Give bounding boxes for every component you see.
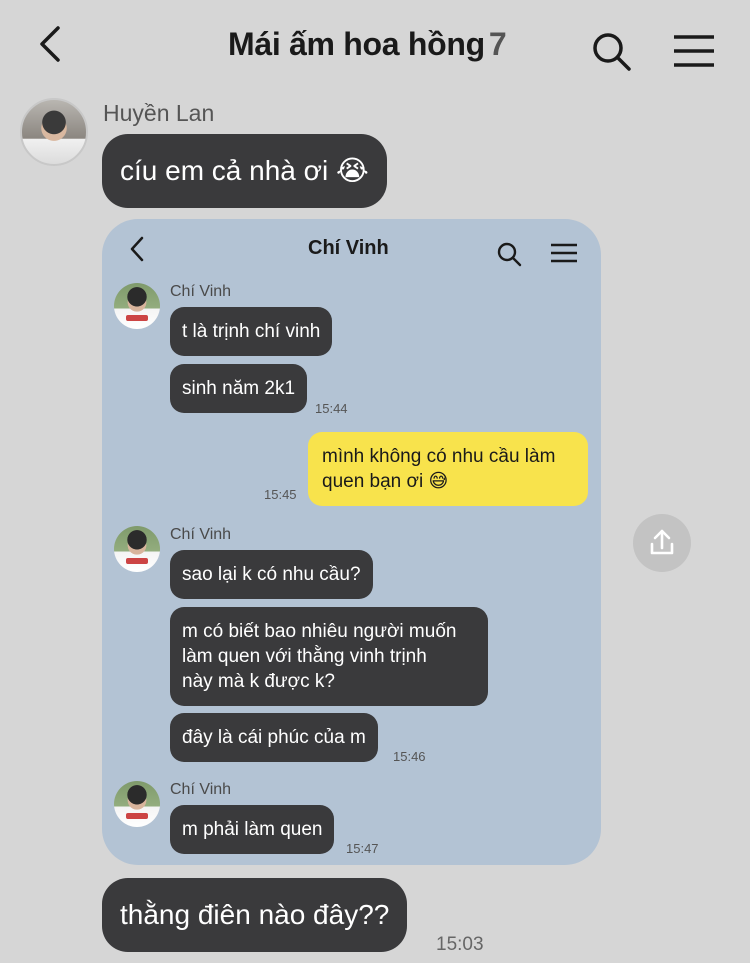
screenshot-chat-title: Chí Vinh [308, 237, 389, 259]
sender-name: Huyền Lan [103, 100, 215, 126]
message-bubble: m có biết bao nhiêu người muốn làm quen … [170, 607, 488, 706]
message-bubble: đây là cái phúc của m [170, 713, 378, 762]
back-button[interactable] [32, 22, 72, 66]
share-upload-icon [650, 529, 674, 555]
chat-title-text: Mái ấm hoa hồng [228, 26, 485, 62]
sender-name: Chí Vinh [170, 781, 232, 798]
message-time: 15:03 [436, 934, 484, 955]
chat-title: Mái ấm hoa hồng 7 [228, 26, 507, 63]
sender-name: Chí Vinh [170, 283, 232, 300]
message-bubble: m phải làm quen [170, 805, 335, 854]
message-line: làm quen với thằng vinh trịnh [182, 646, 427, 667]
chevron-left-icon [130, 236, 144, 262]
member-count: 7 [488, 26, 507, 62]
shared-screenshot-image[interactable]: Chí Vinh Chí Vinh t là trịnh chí vinh si… [102, 219, 601, 865]
message-line: quen bạn ơi 😅 [322, 471, 449, 492]
sender-avatar[interactable] [20, 98, 88, 166]
message-time: 15:45 [264, 487, 297, 502]
avatar [114, 526, 160, 572]
share-button[interactable] [633, 514, 691, 572]
message-bubble[interactable]: cíu em cả nhà ơi 😭 [102, 134, 387, 208]
search-button[interactable] [590, 30, 634, 74]
search-icon [593, 33, 631, 71]
sender-name: Chí Vinh [170, 526, 232, 543]
menu-button[interactable] [672, 34, 716, 68]
message-bubble: sinh năm 2k1 [170, 364, 308, 413]
search-icon [497, 242, 522, 267]
message-bubble: t là trịnh chí vinh [170, 307, 333, 356]
message-bubble: sao lại k có nhu cầu? [170, 550, 373, 599]
message-line: m có biết bao nhiêu người muốn [182, 621, 457, 642]
message-bubble[interactable]: thằng điên nào đây?? [102, 878, 408, 952]
message-line: mình không có nhu cầu làm [322, 446, 556, 467]
message-time: 15:44 [315, 401, 348, 416]
message-time: 15:46 [393, 749, 426, 764]
hamburger-menu-icon [674, 35, 714, 67]
hamburger-menu-icon [551, 243, 577, 263]
avatar [114, 283, 160, 329]
message-line: này mà k được k? [182, 671, 335, 692]
avatar [114, 781, 160, 827]
chevron-left-icon [40, 26, 60, 62]
sent-message-bubble: mình không có nhu cầu làm quen bạn ơi 😅 [308, 432, 588, 506]
message-time: 15:47 [346, 841, 379, 856]
